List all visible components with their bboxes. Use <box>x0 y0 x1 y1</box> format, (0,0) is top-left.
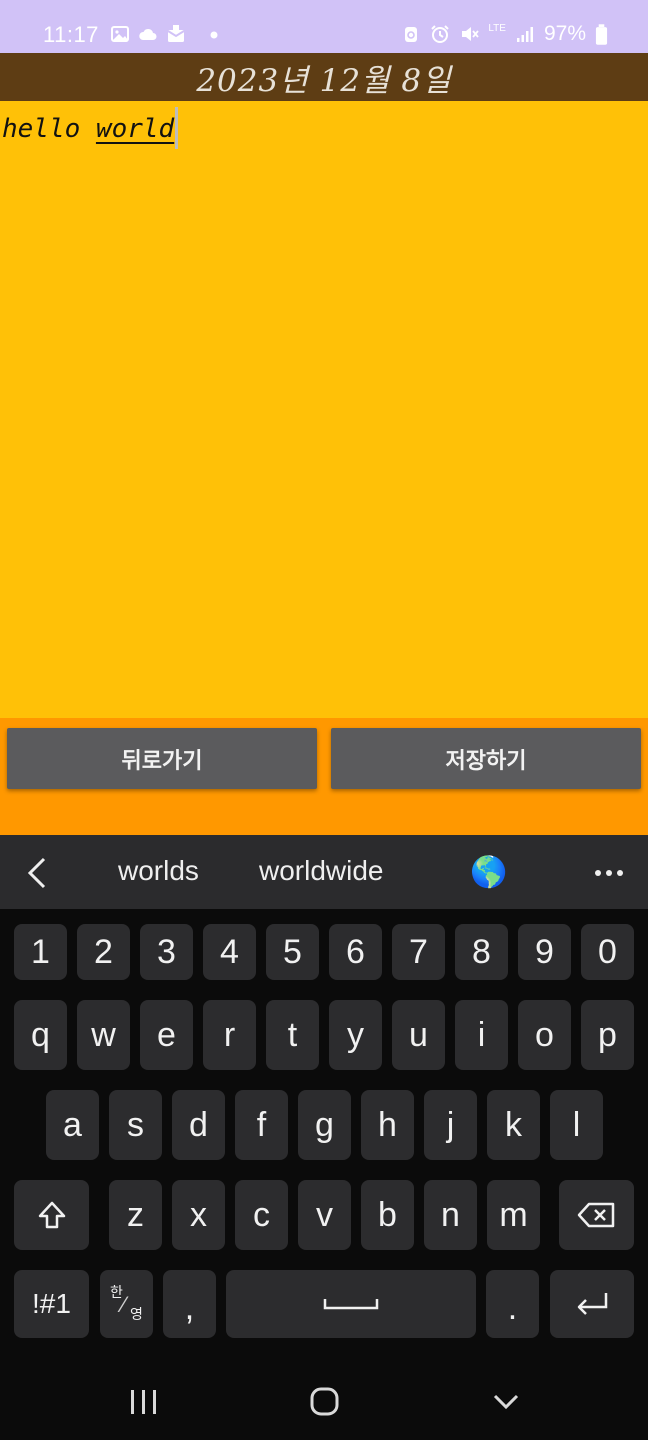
suggestion-bar: worlds worldwide 🌎 <box>0 835 648 909</box>
status-time: 11:17 <box>43 22 99 47</box>
battery-icon <box>595 23 608 45</box>
key-1[interactable]: 1 <box>14 924 67 980</box>
key-r[interactable]: r <box>203 1000 256 1070</box>
comma-key[interactable]: , <box>163 1270 216 1338</box>
key-v[interactable]: v <box>298 1180 351 1250</box>
lang-korean-label: 한 <box>110 1284 123 1300</box>
key-0[interactable]: 0 <box>581 924 634 980</box>
key-o[interactable]: o <box>518 1000 571 1070</box>
period-key[interactable]: . <box>486 1270 539 1338</box>
key-e[interactable]: e <box>140 1000 193 1070</box>
key-w[interactable]: w <box>77 1000 130 1070</box>
key-m[interactable]: m <box>487 1180 540 1250</box>
key-6[interactable]: 6 <box>329 924 382 980</box>
navigation-bar <box>0 1354 648 1440</box>
date-title: 2023년 12월 8일 <box>196 62 452 99</box>
globe-icon[interactable]: 🌎 <box>470 855 507 890</box>
backspace-icon <box>577 1202 614 1228</box>
key-8[interactable]: 8 <box>455 924 508 980</box>
enter-icon <box>577 1293 608 1315</box>
suggestion-worlds[interactable]: worlds <box>118 855 199 887</box>
battery-percent: 97% <box>543 22 586 45</box>
key-f[interactable]: f <box>235 1090 288 1160</box>
home-icon[interactable] <box>304 1384 344 1420</box>
mute-icon <box>462 27 480 41</box>
symbols-key[interactable]: !#1 <box>14 1270 89 1338</box>
alarm-icon <box>431 25 450 43</box>
text-cursor <box>175 107 179 149</box>
key-n[interactable]: n <box>424 1180 477 1250</box>
note-word-composing: world <box>95 114 175 144</box>
key-5[interactable]: 5 <box>266 924 319 980</box>
key-p[interactable]: p <box>581 1000 634 1070</box>
key-h[interactable]: h <box>361 1090 414 1160</box>
enter-key[interactable] <box>550 1270 634 1338</box>
keyboard: 1 2 3 4 5 6 7 8 9 0 q w e r t y u i o p … <box>0 909 648 1354</box>
space-icon <box>323 1299 379 1310</box>
cloud-icon <box>139 28 157 40</box>
key-k[interactable]: k <box>487 1090 540 1160</box>
key-t[interactable]: t <box>266 1000 319 1070</box>
recent-apps-icon[interactable] <box>124 1384 164 1420</box>
key-g[interactable]: g <box>298 1090 351 1160</box>
signal-icon <box>516 27 533 42</box>
key-2[interactable]: 2 <box>77 924 130 980</box>
date-header: 2023년 12월 8일 <box>0 53 648 101</box>
mail-icon <box>167 25 185 42</box>
shift-icon <box>38 1201 65 1229</box>
note-content[interactable]: hello world <box>2 107 179 149</box>
key-9[interactable]: 9 <box>518 924 571 980</box>
back-button[interactable]: 뒤로가기 <box>7 728 317 789</box>
key-q[interactable]: q <box>14 1000 67 1070</box>
key-b[interactable]: b <box>361 1180 414 1250</box>
save-button[interactable]: 저장하기 <box>331 728 641 789</box>
key-j[interactable]: j <box>424 1090 477 1160</box>
key-a[interactable]: a <box>46 1090 99 1160</box>
shift-key[interactable] <box>14 1180 89 1250</box>
chevron-down-icon[interactable] <box>486 1384 526 1420</box>
network-type: LTE <box>488 22 506 34</box>
key-z[interactable]: z <box>109 1180 162 1250</box>
space-key[interactable] <box>226 1270 476 1338</box>
language-switch-key[interactable]: 한 ⁄ 영 <box>100 1270 153 1338</box>
key-l[interactable]: l <box>550 1090 603 1160</box>
key-c[interactable]: c <box>235 1180 288 1250</box>
key-u[interactable]: u <box>392 1000 445 1070</box>
status-bar: 11:17 LTE 97% <box>0 0 648 53</box>
lang-slash: ⁄ <box>122 1292 126 1317</box>
note-editor[interactable]: hello world <box>0 101 648 718</box>
backspace-key[interactable] <box>559 1180 634 1250</box>
key-x[interactable]: x <box>172 1180 225 1250</box>
key-7[interactable]: 7 <box>392 924 445 980</box>
gallery-icon <box>111 26 129 42</box>
key-d[interactable]: d <box>172 1090 225 1160</box>
key-4[interactable]: 4 <box>203 924 256 980</box>
suggestion-worldwide[interactable]: worldwide <box>259 855 384 887</box>
chevron-left-icon[interactable] <box>22 855 54 891</box>
more-options-icon[interactable] <box>594 869 624 877</box>
key-i[interactable]: i <box>455 1000 508 1070</box>
note-word: hello <box>2 114 81 144</box>
sync-icon <box>405 27 418 42</box>
lang-english-label: 영 <box>130 1306 143 1322</box>
key-s[interactable]: s <box>109 1090 162 1160</box>
key-3[interactable]: 3 <box>140 924 193 980</box>
dot-icon <box>210 31 218 39</box>
key-y[interactable]: y <box>329 1000 382 1070</box>
button-bar: 뒤로가기 저장하기 <box>0 718 648 835</box>
